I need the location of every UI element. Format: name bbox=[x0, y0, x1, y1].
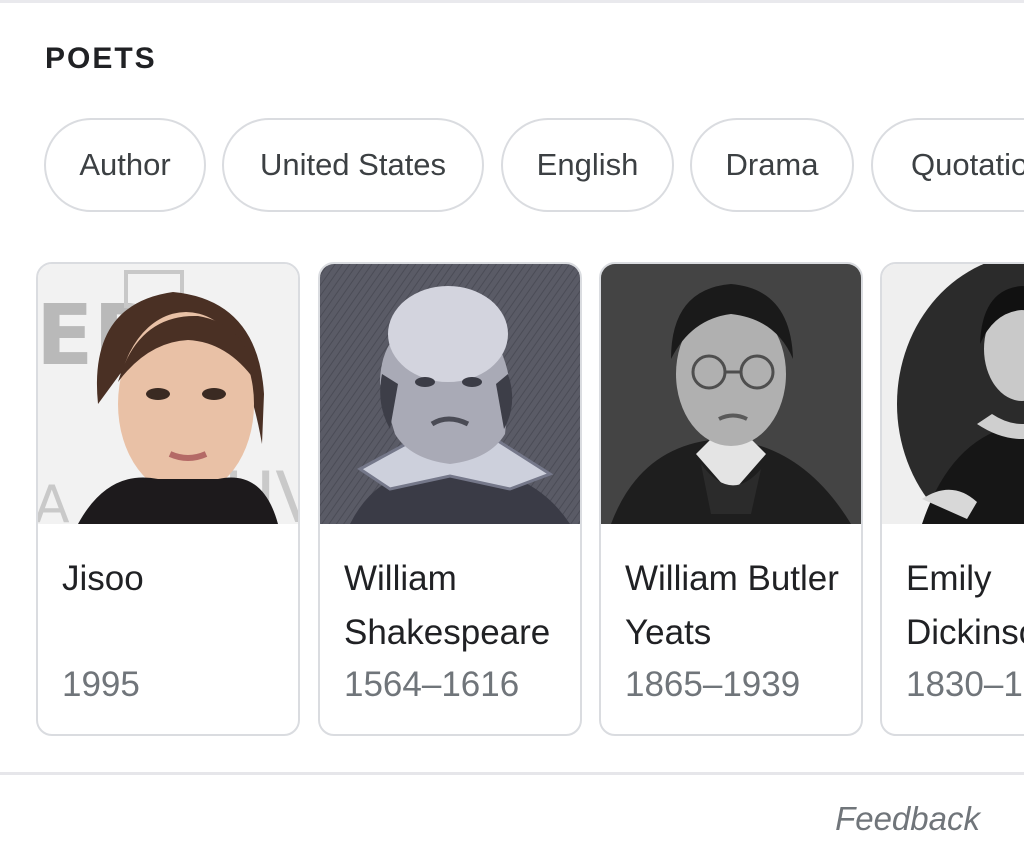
chip-united-states[interactable]: United States bbox=[222, 118, 484, 212]
poet-name: Emily Dickinson bbox=[906, 559, 1024, 652]
poet-photo-jisoo: ER UV A bbox=[38, 264, 298, 524]
poet-name: William Butler Yeats bbox=[625, 559, 839, 652]
poet-card-emily-dickinson[interactable]: Emily Dickinson 1830–1886 bbox=[880, 262, 1024, 736]
poet-carousel: ER UV A Jisoo 1995 bbox=[0, 262, 1024, 738]
poet-name: Jisoo bbox=[62, 559, 144, 598]
section-title: POETS bbox=[45, 42, 157, 75]
feedback-link[interactable]: Feedback bbox=[835, 800, 980, 838]
poet-years: 1564–1616 bbox=[344, 665, 520, 704]
poet-photo-william-shakespeare bbox=[320, 264, 580, 524]
poet-name: William Shakespeare bbox=[344, 559, 551, 652]
poet-card-william-shakespeare[interactable]: William Shakespeare 1564–1616 bbox=[318, 262, 582, 736]
poet-years: 1830–1886 bbox=[906, 665, 1024, 704]
poet-photo-william-butler-yeats bbox=[601, 264, 861, 524]
chip-author[interactable]: Author bbox=[44, 118, 206, 212]
chip-quotations[interactable]: Quotations bbox=[871, 118, 1024, 212]
footer-divider bbox=[0, 772, 1024, 775]
poet-years: 1995 bbox=[62, 665, 140, 704]
top-divider bbox=[0, 0, 1024, 3]
poet-years: 1865–1939 bbox=[625, 665, 801, 704]
chip-drama[interactable]: Drama bbox=[690, 118, 854, 212]
poet-photo-emily-dickinson bbox=[882, 264, 1024, 524]
chip-english[interactable]: English bbox=[501, 118, 674, 212]
svg-text:A: A bbox=[38, 475, 70, 524]
poet-card-william-butler-yeats[interactable]: William Butler Yeats 1865–1939 bbox=[599, 262, 863, 736]
poet-card-jisoo[interactable]: ER UV A Jisoo 1995 bbox=[36, 262, 300, 736]
filter-chip-row: Author United States English Drama Quota… bbox=[0, 118, 1024, 216]
